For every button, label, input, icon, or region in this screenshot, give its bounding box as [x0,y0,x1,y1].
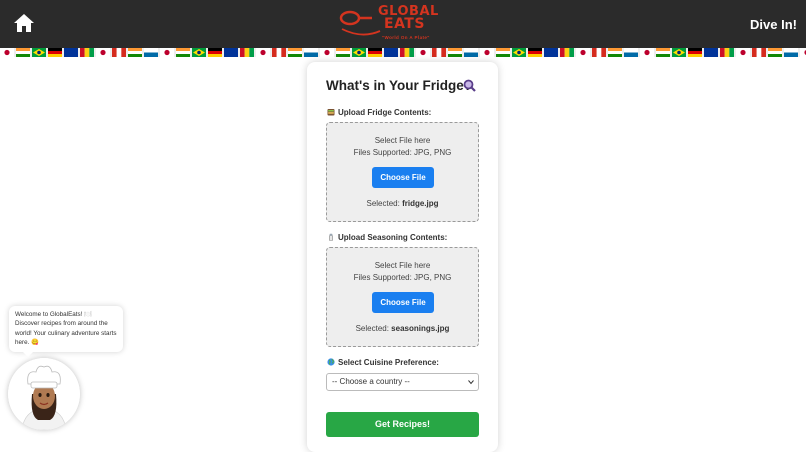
flag [784,48,798,57]
flag [144,48,158,57]
flag [688,48,702,57]
home-button[interactable] [13,13,35,33]
flag [304,48,318,57]
flag [528,48,542,57]
logo-text: GLOBAL EATS [378,5,439,32]
flag [640,48,654,57]
fridge-dropzone-line1: Select File here [374,136,431,145]
flag [336,48,350,57]
seasoning-selected-prefix: Selected: [355,324,392,333]
flag [544,48,558,57]
food-icon [327,109,335,116]
flags-decoration [0,48,806,57]
cuisine-select[interactable]: -- Choose a country -- [326,373,479,391]
flag [272,48,286,57]
flag [176,48,190,57]
flag [32,48,46,57]
flag [608,48,622,57]
flag [592,48,606,57]
flag [288,48,302,57]
flag [160,48,174,57]
fridge-upload-label-text: Upload Fridge Contents: [338,108,432,117]
seasoning-dropzone[interactable]: Select File here Files Supported: JPG, P… [326,247,479,347]
fridge-selected-file: Selected: fridge.jpg [327,199,478,208]
flag [768,48,782,57]
flag [240,48,254,57]
flag [64,48,78,57]
seasoning-choose-file-button[interactable]: Choose File [372,292,434,313]
flag [480,48,494,57]
flag [16,48,30,57]
globe-icon [327,358,335,366]
fridge-choose-file-button[interactable]: Choose File [372,167,434,188]
flag [576,48,590,57]
flag [112,48,126,57]
flag [208,48,222,57]
cuisine-label: Select Cuisine Preference: [327,358,439,367]
flag [560,48,574,57]
flag [0,48,14,57]
home-icon [14,14,34,32]
globaleats-logo[interactable]: GLOBAL EATS "World On A Plate" [338,4,438,46]
flag [752,48,766,57]
flag [256,48,270,57]
welcome-chat-bubble: Welcome to GlobalEats! 🍽️ Discover recip… [9,306,123,357]
flag [96,48,110,57]
flag [464,48,478,57]
fridge-upload-label: Upload Fridge Contents: [327,108,431,117]
flag [448,48,462,57]
flag [320,48,334,57]
logo-line2: EATS [384,16,425,32]
flag [512,48,526,57]
flag [496,48,510,57]
seasoning-dropzone-line1: Select File here [374,261,431,270]
fridge-selected-filename: fridge.jpg [402,199,439,208]
cuisine-select-value: -- Choose a country -- [332,377,410,386]
cuisine-label-text: Select Cuisine Preference: [338,358,439,367]
flag-strip [0,48,806,57]
flag [80,48,94,57]
flag [224,48,238,57]
welcome-message: Welcome to GlobalEats! 🍽️ Discover recip… [15,311,117,347]
flag [656,48,670,57]
fridge-upload-card: What's in Your Fridge? Upload Fridge Con… [307,62,498,452]
bubble-tail [23,352,33,357]
magnifying-glass-icon [463,79,476,92]
seasoning-selected-file: Selected: seasonings.jpg [327,324,478,333]
chef-avatar-image [8,358,80,430]
flag [416,48,430,57]
flag [736,48,750,57]
flag [720,48,734,57]
flag [192,48,206,57]
chevron-down-icon [468,380,474,385]
top-navbar: GLOBAL EATS "World On A Plate" Dive In! [0,0,806,48]
flag [800,48,806,57]
dive-in-link[interactable]: Dive In! [750,17,797,32]
seasoning-dropzone-line2: Files Supported: JPG, PNG [353,273,452,282]
seasoning-upload-label: Upload Seasoning Contents: [327,233,447,242]
seasoning-upload-label-text: Upload Seasoning Contents: [338,233,448,242]
logo-tagline: "World On A Plate" [382,35,430,40]
flag [384,48,398,57]
fridge-dropzone-line2: Files Supported: JPG, PNG [353,148,452,157]
flag [704,48,718,57]
fridge-dropzone[interactable]: Select File here Files Supported: JPG, P… [326,122,479,222]
flag [352,48,366,57]
chef-avatar[interactable] [8,358,80,430]
seasoning-selected-filename: seasonings.jpg [391,324,450,333]
flag [48,48,62,57]
pan-icon [339,10,381,36]
flag [400,48,414,57]
flag [624,48,638,57]
flag [672,48,686,57]
flag [368,48,382,57]
flag [432,48,446,57]
card-title: What's in Your Fridge? [326,78,472,93]
flag [128,48,142,57]
fridge-selected-prefix: Selected: [366,199,403,208]
salt-shaker-icon [328,233,334,241]
get-recipes-button[interactable]: Get Recipes! [326,412,479,437]
